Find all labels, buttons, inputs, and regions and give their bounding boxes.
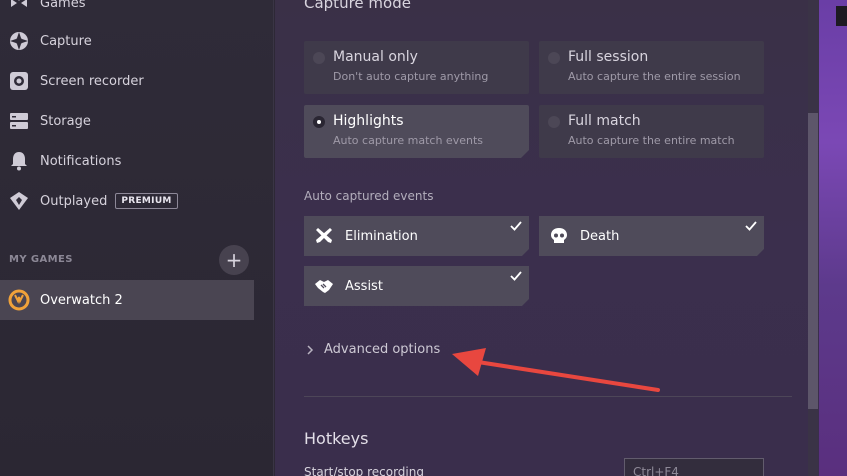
premium-badge: PREMIUM	[115, 193, 178, 209]
storage-icon	[8, 110, 30, 132]
scrollbar-thumb[interactable]	[808, 113, 818, 409]
radio-icon	[313, 52, 325, 64]
advanced-options-toggle[interactable]: Advanced options	[304, 342, 440, 357]
mode-title: Manual only	[333, 49, 418, 65]
background-window	[819, 0, 847, 476]
advanced-options-label: Advanced options	[324, 342, 441, 357]
mode-option-full-match[interactable]: Full match Auto capture the entire match	[539, 105, 764, 158]
mode-title: Full session	[568, 49, 649, 65]
sidebar-item-label: Screen recorder	[40, 73, 144, 89]
my-games-heading: MY GAMES	[9, 254, 73, 265]
capture-settings-panel: Capture mode Manual only Don't auto capt…	[275, 0, 820, 476]
add-game-button[interactable]: +	[219, 245, 249, 275]
plus-icon: +	[225, 248, 243, 272]
capture-mode-heading: Capture mode	[304, 0, 411, 12]
handshake-icon	[314, 276, 334, 296]
crossed-guns-icon	[314, 226, 334, 246]
checkmark-icon	[745, 220, 757, 232]
radio-icon	[548, 116, 560, 128]
overwatch-icon	[8, 289, 30, 311]
bell-icon	[8, 150, 30, 172]
mode-title: Highlights	[333, 113, 404, 129]
record-icon	[8, 70, 30, 92]
sidebar: Games Capture Screen recorder Storage No…	[0, 0, 274, 476]
mode-option-full-session[interactable]: Full session Auto capture the entire ses…	[539, 41, 764, 94]
mode-subtitle: Don't auto capture anything	[333, 70, 489, 83]
mode-subtitle: Auto capture the entire session	[568, 70, 741, 83]
sidebar-item-label: Games	[40, 0, 86, 11]
skull-icon	[549, 226, 569, 246]
event-label: Death	[580, 228, 620, 244]
chevron-right-icon	[307, 344, 314, 355]
radio-icon	[548, 52, 560, 64]
aperture-icon	[8, 30, 30, 52]
checkmark-icon	[510, 220, 522, 232]
auto-events-heading: Auto captured events	[304, 189, 434, 203]
outplayed-logo-icon	[8, 190, 30, 212]
start-stop-hotkey-input[interactable]: Ctrl+F4	[624, 458, 764, 476]
event-toggle-assist[interactable]: Assist	[304, 266, 529, 306]
start-stop-recording-label: Start/stop recording	[304, 465, 424, 476]
sidebar-item-label: Capture	[40, 33, 92, 49]
game-label: Overwatch 2	[40, 292, 123, 308]
sidebar-item-label: Notifications	[40, 153, 122, 169]
sidebar-item-capture[interactable]: Capture	[0, 21, 254, 61]
sidebar-item-notifications[interactable]: Notifications	[0, 141, 254, 181]
section-divider	[304, 396, 792, 397]
sidebar-item-label: Storage	[40, 113, 91, 129]
background-window-element	[836, 6, 847, 26]
mode-option-manual-only[interactable]: Manual only Don't auto capture anything	[304, 41, 529, 94]
mode-option-highlights[interactable]: Highlights Auto capture match events	[304, 105, 529, 158]
event-label: Assist	[345, 278, 383, 294]
mode-subtitle: Auto capture match events	[333, 134, 483, 147]
game-item-overwatch-2[interactable]: Overwatch 2	[0, 280, 254, 320]
gamepad-icon	[8, 0, 30, 14]
radio-selected-icon	[313, 116, 325, 128]
sidebar-item-screen-recorder[interactable]: Screen recorder	[0, 61, 254, 101]
checkmark-icon	[510, 270, 522, 282]
sidebar-item-storage[interactable]: Storage	[0, 101, 254, 141]
event-toggle-elimination[interactable]: Elimination	[304, 216, 529, 256]
mode-title: Full match	[568, 113, 641, 129]
hotkeys-heading: Hotkeys	[304, 429, 369, 448]
sidebar-item-outplayed[interactable]: Outplayed PREMIUM	[0, 181, 254, 221]
sidebar-item-label: Outplayed	[40, 193, 108, 209]
sidebar-item-games[interactable]: Games	[0, 0, 254, 23]
mode-subtitle: Auto capture the entire match	[568, 134, 735, 147]
event-toggle-death[interactable]: Death	[539, 216, 764, 256]
event-label: Elimination	[345, 228, 418, 244]
